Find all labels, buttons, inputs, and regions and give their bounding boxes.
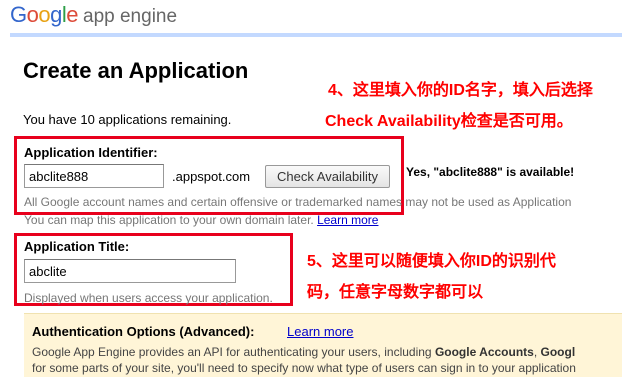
annotation-step5-line2: 码，任意字母数字都可以 [307,284,484,301]
create-application-page: Google app engine Create an Application Y… [0,0,622,377]
google-accounts-text: Google Accounts [434,345,534,359]
auth-description-line1: Google App Engine provides an API for au… [32,345,575,359]
auth-desc-separator: , [533,345,541,359]
title-hint: Displayed when users access your applica… [24,291,273,305]
google-app-engine-logo[interactable]: Google app engine [10,2,177,28]
application-identifier-label: Application Identifier: [24,145,158,160]
application-identifier-input[interactable] [24,164,164,188]
application-title-input[interactable] [24,259,236,283]
application-title-label: Application Title: [24,239,130,254]
domain-mapping-text: You can map this application to your own… [24,213,378,227]
annotation-step5-line1: 5、这里可以随便填入你ID的识别代 [307,253,556,270]
auth-learn-more-link[interactable]: Learn more [287,324,353,339]
check-availability-button[interactable]: Check Availability [265,165,390,188]
identifier-learn-more-link[interactable]: Learn more [317,213,378,227]
authentication-options-title: Authentication Options (Advanced): [32,324,255,339]
identifier-hint: All Google account names and certain off… [24,195,572,209]
auth-description-line2: for some parts of your site, you'll need… [32,361,576,375]
annotation-step4-line2: Check Availability检查是否可用。 [325,113,573,130]
header-divider-bar [10,33,622,37]
availability-status: Yes, "abclite888" is available! [406,165,575,179]
google-apps-text: Googl [540,345,576,359]
authentication-options-panel: Authentication Options (Advanced): Learn… [24,313,622,377]
page-title: Create an Application [23,58,249,83]
auth-desc-prefix: Google App Engine provides an API for au… [32,345,435,359]
appspot-domain-suffix: .appspot.com [172,169,251,184]
applications-remaining-text: You have 10 applications remaining. [23,112,232,127]
google-wordmark: Google [10,2,79,27]
annotation-step4-line1: 4、这里填入你的ID名字，填入后选择 [328,82,593,99]
product-name: app engine [83,6,178,27]
domain-mapping-label: You can map this application to your own… [24,213,314,227]
